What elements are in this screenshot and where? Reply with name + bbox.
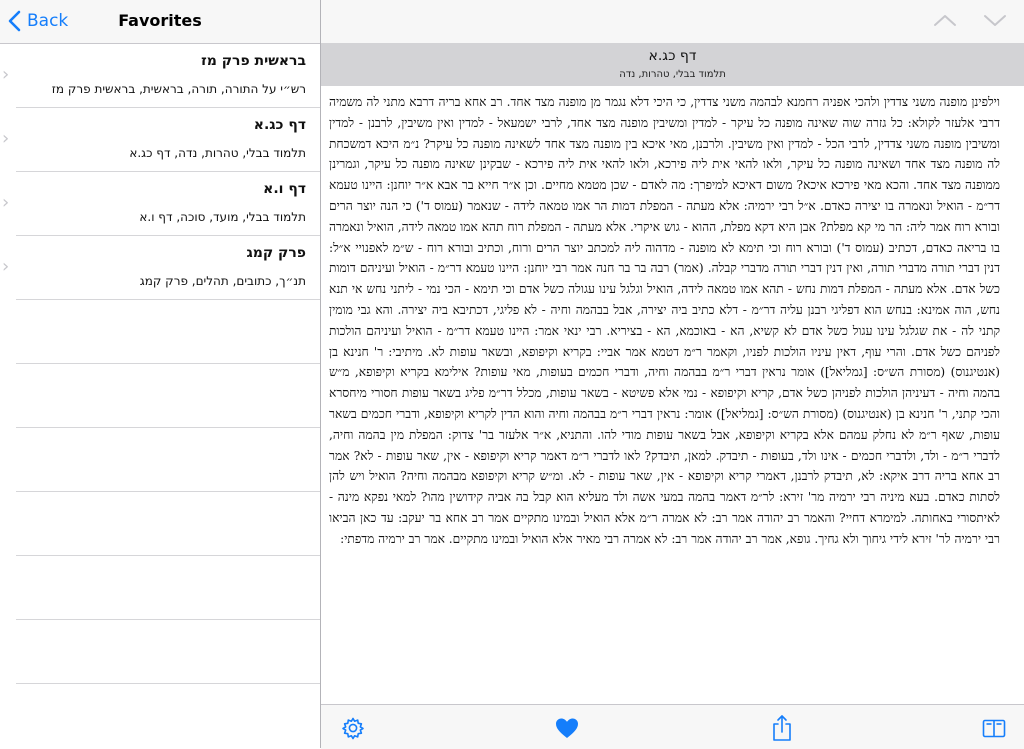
favorite-button[interactable] [553,714,581,742]
favorite-item[interactable]: פרק קמג תנ״ך, כתובים, תהלים, פרק קמג › [2,236,320,300]
next-page-button[interactable] [981,8,1009,32]
empty-row [16,492,320,556]
favorite-item-subtitle: תנ״ך, כתובים, תהלים, פרק קמג [139,274,306,288]
chevron-right-icon: › [2,192,10,213]
favorite-item-title: בראשית פרק מז [201,53,306,69]
favorite-item-title: דף כג.א [253,117,306,133]
favorite-item[interactable]: דף כג.א תלמוד בבלי, טהרות, נדה, דף כג.א … [2,108,320,172]
previous-page-button[interactable] [931,8,959,32]
heart-icon [556,718,578,738]
gear-icon [342,717,364,740]
favorite-item-subtitle: תלמוד בבלי, מועד, סוכה, דף ו.א [139,210,306,224]
favorites-panel: Back Favorites בראשית פרק מז רש״י על התו… [0,0,320,748]
empty-row [16,620,320,684]
favorites-list: בראשית פרק מז רש״י על התורה, תורה, בראשי… [0,44,320,684]
layout-toggle-button[interactable] [980,714,1008,742]
bottom-toolbar [321,704,1024,749]
empty-row [16,428,320,492]
favorite-item[interactable]: דף ו.א תלמוד בבלי, מועד, סוכה, דף ו.א › [2,172,320,236]
empty-row [16,556,320,620]
talmud-text: וילפינן מופנה משני צדדין ולהכי אפניה רחמ… [329,95,1000,546]
favorite-item[interactable]: בראשית פרק מז רש״י על התורה, תורה, בראשי… [2,44,320,108]
favorite-item-title: פרק קמג [246,245,306,261]
page-title: דף כג.א [648,48,697,64]
chevron-right-icon: › [2,128,10,149]
favorite-item-title: דף ו.א [263,181,306,197]
chevron-down-icon [984,15,1006,26]
chevron-right-icon: › [2,64,10,85]
book-icon [982,719,1006,738]
page-breadcrumb: תלמוד בבלי, טהרות, נדה [619,69,726,80]
settings-button[interactable] [339,714,367,742]
favorites-nav-bar: Back Favorites [0,0,320,44]
favorite-item-subtitle: רש״י על התורה, תורה, בראשית, בראשית פרק … [51,82,306,96]
share-icon [773,715,791,741]
reader-nav-bar [321,0,1024,43]
reader-panel: דף כג.א תלמוד בבלי, טהרות, נדה וילפינן מ… [321,0,1024,749]
chevron-right-icon: › [2,256,10,277]
favorites-title: Favorites [118,11,202,30]
page-header: דף כג.א תלמוד בבלי, טהרות, נדה [321,43,1024,86]
chevron-up-icon [934,15,956,26]
empty-row [16,300,320,364]
share-button[interactable] [768,714,796,742]
empty-row [16,364,320,428]
favorite-item-subtitle: תלמוד בבלי, טהרות, נדה, דף כג.א [129,146,306,160]
